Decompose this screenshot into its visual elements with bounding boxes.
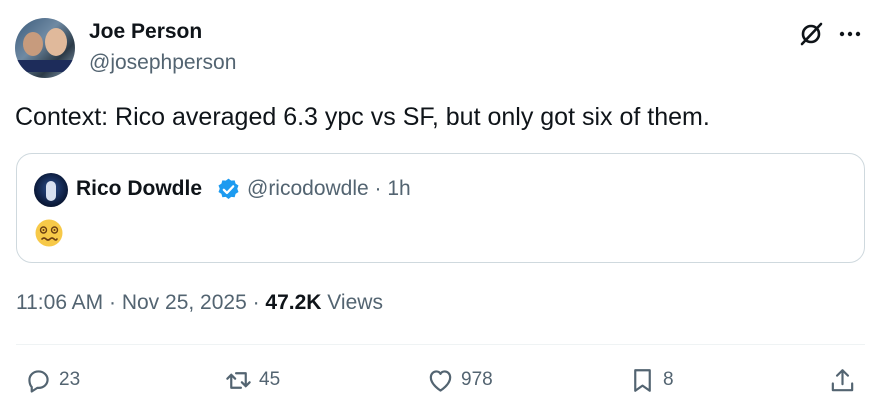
heart-icon <box>429 369 452 392</box>
tweet-meta: 11:06 AM · Nov 25, 2025 · 47.2K Views <box>16 289 383 317</box>
bookmark-count: 8 <box>663 369 674 390</box>
views-label: Views <box>321 291 383 314</box>
bookmark-icon <box>634 368 651 392</box>
avatar-photo-person-1 <box>23 32 43 56</box>
bookmark-button[interactable]: 8 <box>628 365 674 395</box>
grok-icon[interactable] <box>797 20 825 48</box>
reply-button[interactable]: 23 <box>24 365 80 395</box>
share-button[interactable] <box>828 365 863 395</box>
author-display-name[interactable]: Joe Person <box>89 19 202 45</box>
like-count: 978 <box>461 369 493 390</box>
divider <box>16 344 865 345</box>
tweet-timestamp[interactable]: 11:06 AM · Nov 25, 2025 · <box>16 291 265 314</box>
verified-badge-icon[interactable] <box>216 177 241 202</box>
views-count: 47.2K <box>265 291 322 314</box>
repost-button[interactable]: 45 <box>224 365 280 395</box>
quoted-tweet-card[interactable]: Rico Dowdle @ricodowdle · 1h <box>16 153 865 263</box>
quoted-handle-and-time[interactable]: @ricodowdle · 1h <box>247 176 411 202</box>
tweet-text: Context: Rico averaged 6.3 ypc vs SF, bu… <box>15 103 710 131</box>
like-button[interactable]: 978 <box>426 365 493 395</box>
avatar-photo-banner <box>15 60 75 72</box>
repost-icon <box>226 371 251 389</box>
author-avatar[interactable] <box>15 18 75 78</box>
quoted-author-avatar[interactable] <box>34 173 68 207</box>
share-icon <box>831 368 854 391</box>
reply-count: 23 <box>59 369 81 390</box>
author-handle[interactable]: @josephperson <box>89 50 236 76</box>
reply-icon <box>28 369 49 393</box>
woozy-face-icon <box>35 219 63 247</box>
quoted-author-name[interactable]: Rico Dowdle <box>76 176 202 202</box>
repost-count: 45 <box>259 369 281 390</box>
more-options-icon[interactable] <box>836 20 864 48</box>
avatar-photo-person-2 <box>45 28 67 56</box>
quoted-avatar-figure <box>46 181 56 201</box>
